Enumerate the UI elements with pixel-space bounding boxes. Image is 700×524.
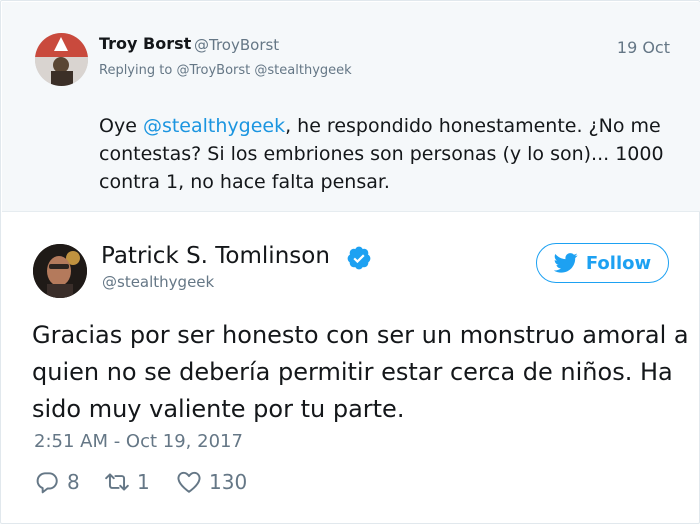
replying-to-mention[interactable]: @stealthygeek bbox=[254, 63, 351, 78]
avatar-image bbox=[35, 33, 88, 86]
like-count: 130 bbox=[209, 470, 248, 494]
replying-to-mention[interactable]: @TroyBorst bbox=[176, 63, 250, 78]
avatar-image bbox=[33, 244, 87, 298]
author-handle[interactable]: @stealthygeek bbox=[102, 273, 214, 291]
twitter-bird-icon bbox=[553, 253, 578, 273]
avatar[interactable] bbox=[33, 244, 87, 298]
retweet-count: 1 bbox=[137, 470, 150, 494]
tweet-actions: 8 1 130 bbox=[34, 467, 266, 497]
tweet-text: Gracias por ser honesto con ser un monst… bbox=[32, 321, 689, 423]
author-name[interactable]: Troy Borst bbox=[99, 34, 191, 53]
heart-icon bbox=[177, 471, 201, 493]
author-name[interactable]: Patrick S. Tomlinson bbox=[101, 243, 330, 269]
replying-to-line: Replying to @TroyBorst @stealthygeek bbox=[99, 63, 352, 78]
reply-icon bbox=[36, 472, 58, 494]
retweet-icon bbox=[105, 473, 129, 491]
parent-tweet[interactable]: Troy Borst @TroyBorst 19 Oct Replying to… bbox=[2, 2, 700, 212]
reply-count: 8 bbox=[67, 470, 80, 494]
replying-to-label: Replying to bbox=[99, 63, 173, 78]
tweet-embed: Troy Borst @TroyBorst 19 Oct Replying to… bbox=[0, 0, 700, 524]
follow-button[interactable]: Follow bbox=[536, 243, 669, 283]
tweet-timestamp[interactable]: 2:51 AM - Oct 19, 2017 bbox=[34, 431, 243, 452]
retweet-button[interactable]: 1 bbox=[104, 469, 176, 495]
avatar[interactable] bbox=[35, 33, 88, 86]
author-handle[interactable]: @TroyBorst bbox=[194, 36, 279, 54]
follow-label: Follow bbox=[585, 252, 652, 274]
reply-button[interactable]: 8 bbox=[34, 469, 104, 495]
tweet-text: Oye @stealthygeek, he respondido honesta… bbox=[99, 112, 689, 196]
tweet-text-part: Oye bbox=[99, 115, 137, 137]
tweet-date[interactable]: 19 Oct bbox=[617, 38, 670, 57]
like-button[interactable]: 130 bbox=[176, 469, 266, 495]
mention-link[interactable]: @stealthygeek bbox=[143, 115, 285, 137]
verified-badge-icon bbox=[347, 246, 371, 270]
